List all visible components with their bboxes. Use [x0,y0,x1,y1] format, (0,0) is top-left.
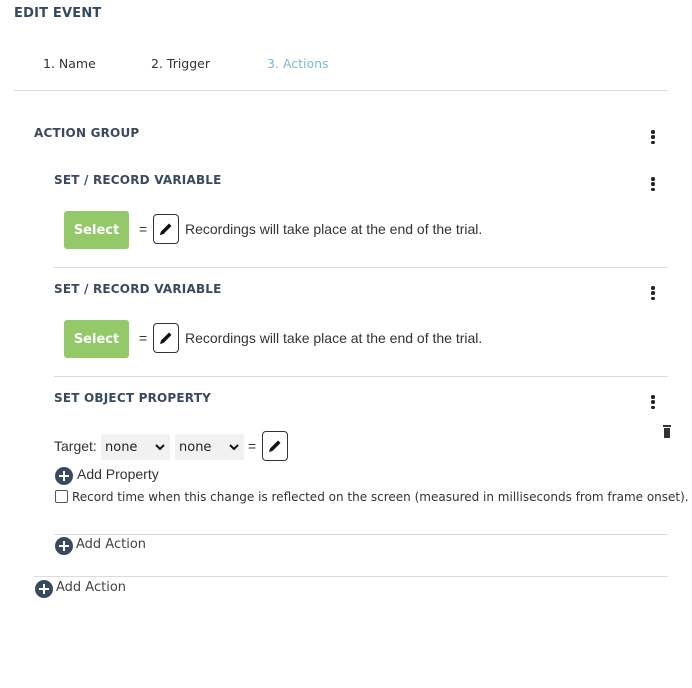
action-3-menu-icon[interactable] [646,393,660,411]
action-divider [54,376,668,377]
add-action-outer-link[interactable]: Add Action [56,580,126,595]
add-action-inner-icon[interactable] [55,537,73,555]
action-2-menu-icon[interactable] [646,284,660,302]
trash-icon[interactable] [663,424,671,438]
pencil-icon [269,440,281,452]
action-2-edit-button[interactable] [153,323,179,353]
action-1-edit-button[interactable] [153,214,179,244]
action-1-equals: = [139,221,148,237]
action-group-menu-icon[interactable] [646,128,660,146]
tabs-divider [14,90,668,91]
add-property-link[interactable]: Add Property [77,466,159,482]
page-title: EDIT EVENT [14,6,102,21]
add-action-outer-icon[interactable] [35,580,53,598]
action-2-description: Recordings will take place at the end of… [185,330,483,346]
action-2-label: SET / RECORD VARIABLE [54,282,222,296]
group-divider [34,576,668,577]
pencil-icon [160,223,172,235]
chevron-down-icon [155,444,165,451]
action-divider [54,267,668,268]
action-2-select-button[interactable]: Select [64,320,129,358]
target-property-select[interactable]: none [175,434,244,460]
record-time-checkbox[interactable] [55,490,68,503]
action-1-select-button[interactable]: Select [64,211,129,249]
action-1-menu-icon[interactable] [646,175,660,193]
tab-actions[interactable]: 3. Actions [267,56,329,71]
action-divider [54,534,668,535]
action-3-edit-button[interactable] [262,431,288,461]
record-time-label: Record time when this change is reflecte… [72,490,689,504]
target-label: Target: [54,438,97,454]
add-property-icon[interactable] [55,467,73,485]
target-object-select[interactable]: none [101,434,170,460]
wizard-tabs: 1. Name 2. Trigger 3. Actions [0,56,692,76]
action-1-label: SET / RECORD VARIABLE [54,173,222,187]
action-3-equals: = [248,438,257,454]
action-group-label: ACTION GROUP [34,126,140,140]
tab-name[interactable]: 1. Name [43,56,96,71]
action-2-equals: = [139,330,148,346]
target-property-value: none [179,439,212,455]
target-object-value: none [105,439,138,455]
pencil-icon [160,332,172,344]
action-1-description: Recordings will take place at the end of… [185,221,483,237]
action-3-label: SET OBJECT PROPERTY [54,391,211,405]
add-action-inner-link[interactable]: Add Action [76,537,146,552]
tab-trigger[interactable]: 2. Trigger [151,56,210,71]
chevron-down-icon [229,444,239,451]
